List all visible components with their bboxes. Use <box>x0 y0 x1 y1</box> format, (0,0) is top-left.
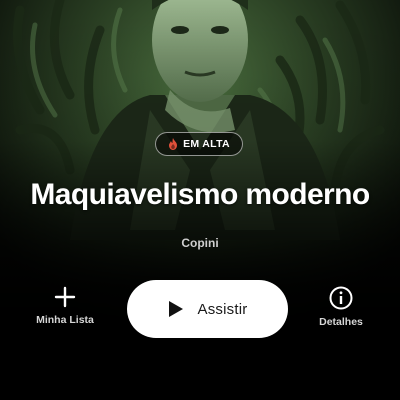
content-subtitle: Copini <box>181 236 219 250</box>
details-label: Detalhes <box>319 316 363 328</box>
details-button[interactable]: Detalhes <box>301 286 381 328</box>
info-icon <box>329 286 353 310</box>
play-icon <box>168 301 183 317</box>
play-button[interactable]: Assistir <box>127 280 288 338</box>
badge-label: EM ALTA <box>183 138 230 150</box>
content-title: Maquiavelismo moderno <box>30 178 370 211</box>
my-list-button[interactable]: Minha Lista <box>25 286 105 326</box>
trending-badge: EM ALTA <box>155 132 243 156</box>
play-button-label: Assistir <box>197 300 248 318</box>
fire-icon <box>169 138 178 150</box>
my-list-label: Minha Lista <box>36 314 94 326</box>
plus-icon <box>54 286 76 308</box>
